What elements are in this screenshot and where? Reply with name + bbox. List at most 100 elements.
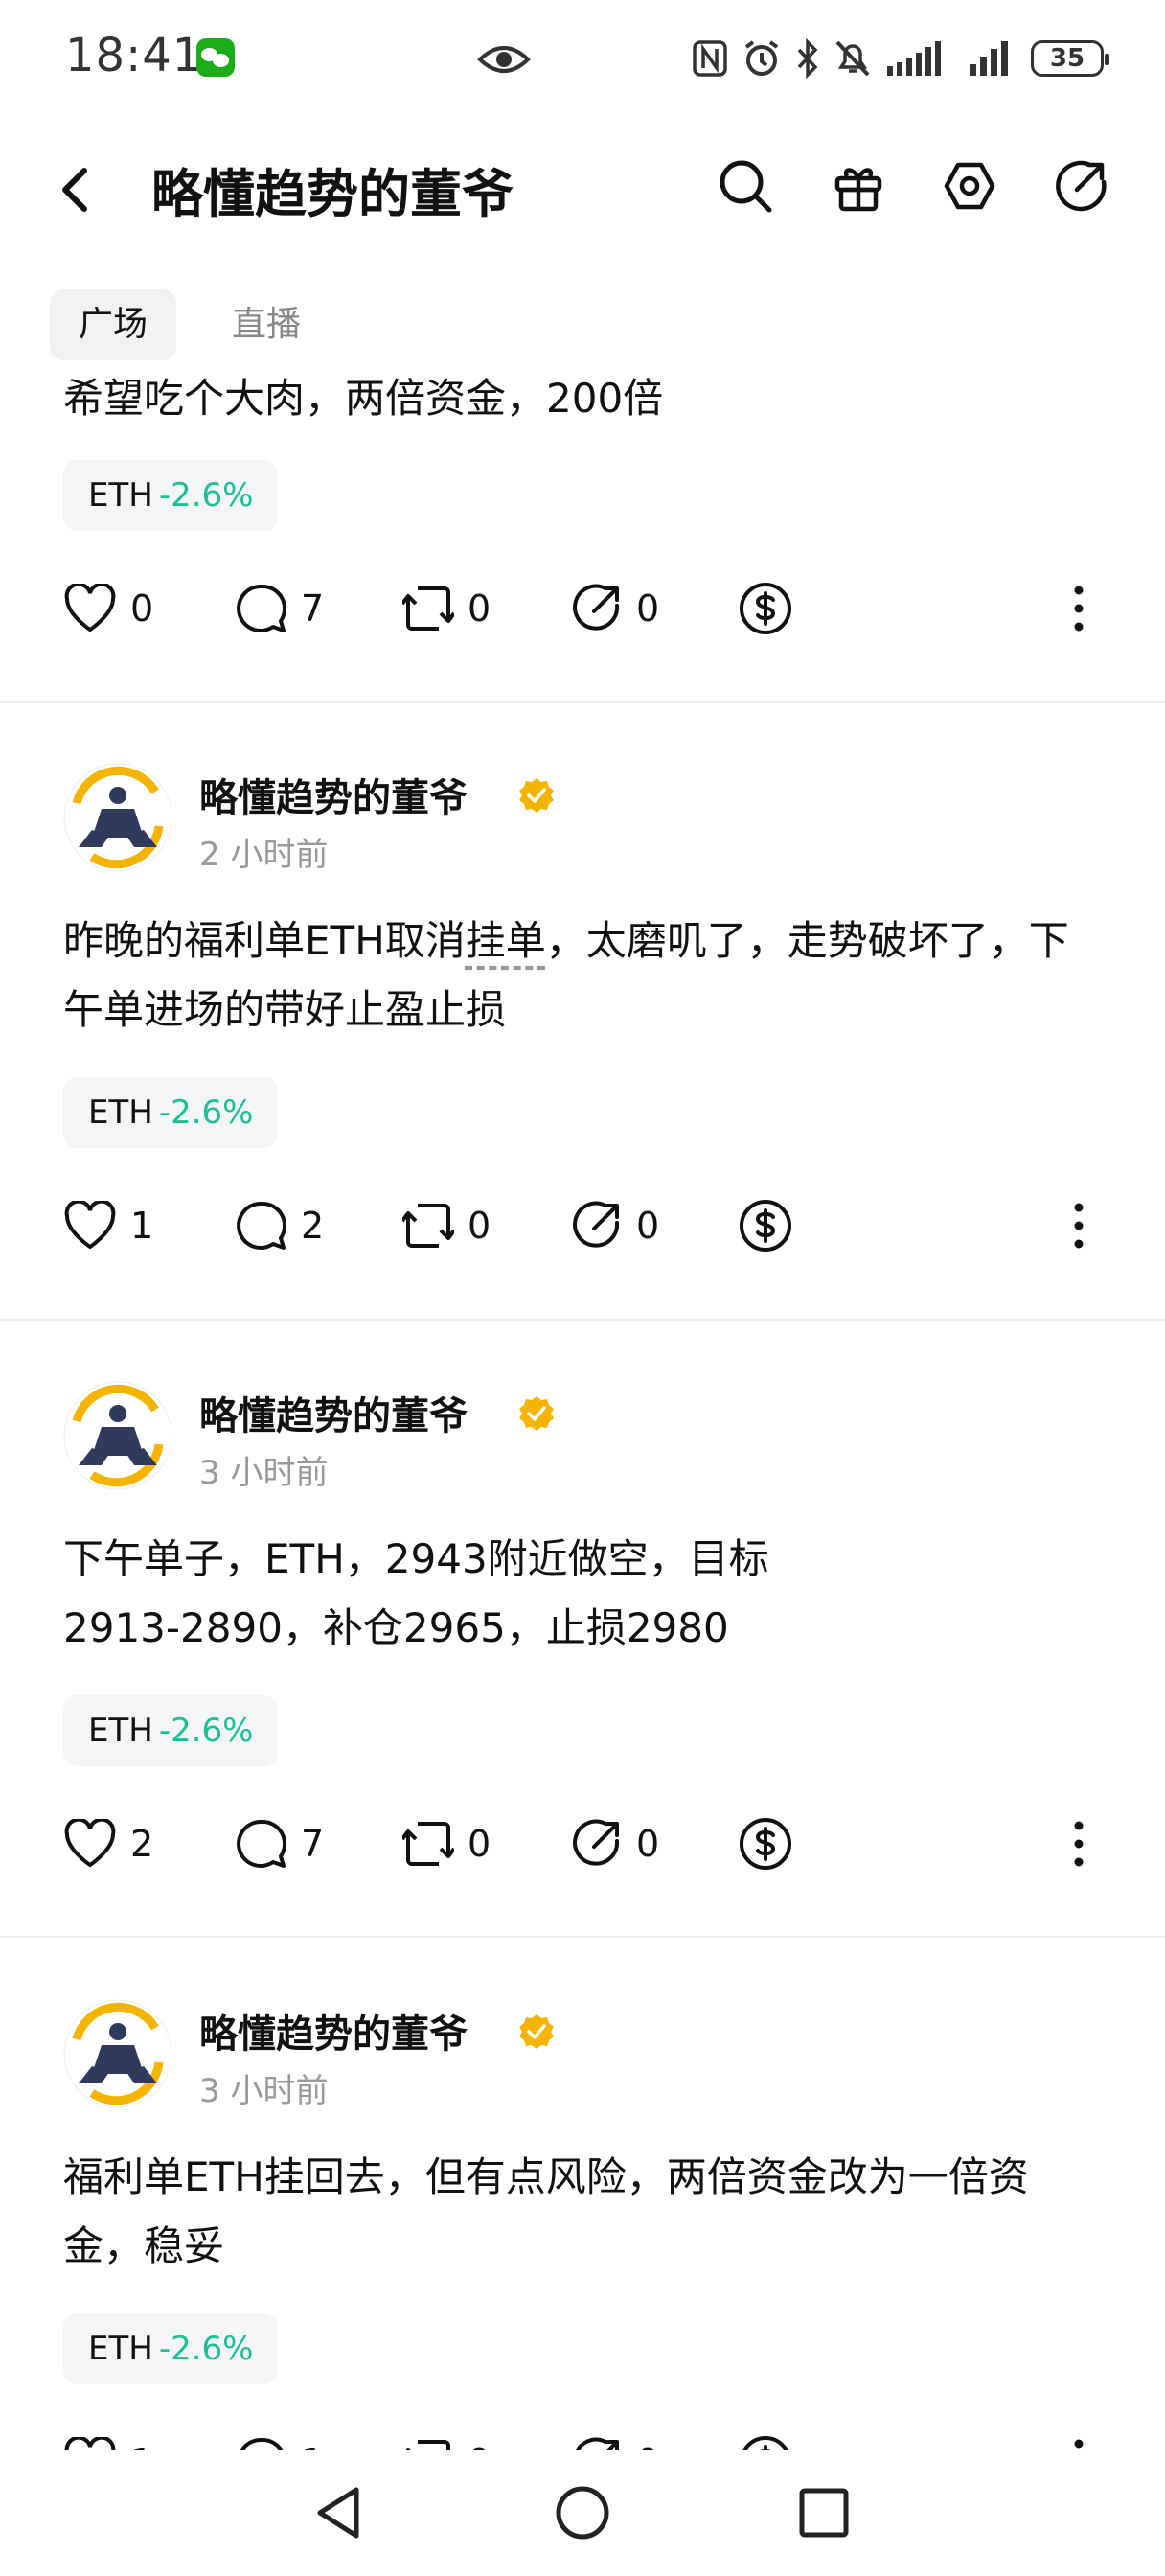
share-count: 0 <box>636 587 660 630</box>
nav-back-icon[interactable] <box>312 2484 366 2542</box>
dollar-icon <box>740 1200 791 1252</box>
post-actions: 1 2 0 0 <box>0 1192 1165 1259</box>
coin-tag[interactable]: ETH -2.6% <box>63 1077 279 1148</box>
comment-button[interactable]: 7 <box>236 1810 324 1877</box>
tip-button[interactable] <box>738 1810 793 1877</box>
comment-icon <box>237 1819 286 1868</box>
search-icon[interactable] <box>717 157 774 215</box>
share-post-button[interactable]: 0 <box>571 575 659 642</box>
coin-tag[interactable]: ETH -2.6% <box>63 1695 279 1766</box>
share-post-button[interactable]: 0 <box>571 2428 659 2450</box>
nav-recents-icon[interactable] <box>797 2486 851 2540</box>
signal-icon <box>887 41 941 76</box>
share-post-button[interactable]: 0 <box>571 1810 659 1877</box>
tip-button[interactable] <box>738 575 793 642</box>
post-text-line-2: 2913-2890，补仓2965，止损2980 <box>63 1604 729 1651</box>
dollar-icon <box>740 1818 791 1870</box>
tip-button[interactable] <box>738 2428 793 2450</box>
share-post-button[interactable]: 0 <box>571 1192 659 1259</box>
coin-symbol: ETH <box>88 476 153 515</box>
avatar-image <box>63 1381 172 1490</box>
divider <box>0 1319 1165 1321</box>
bluetooth-icon <box>797 38 818 79</box>
heart-icon <box>64 1201 116 1250</box>
heart-icon <box>64 2437 116 2450</box>
more-icon <box>1074 1821 1084 1867</box>
post-text-highlight[interactable]: 挂单 <box>466 917 546 964</box>
comment-icon <box>240 2437 284 2450</box>
repost-count: 0 <box>468 1205 491 1247</box>
divider <box>0 702 1165 703</box>
like-button[interactable]: 0 <box>63 575 153 642</box>
author-name[interactable]: 略懂趋势的董爷 <box>199 2003 468 2058</box>
signal-icon-2 <box>970 41 1008 76</box>
more-icon <box>1074 586 1084 632</box>
comment-icon <box>237 584 286 632</box>
app-header: 略懂趋势的董爷 <box>0 125 1165 249</box>
wechat-notification-icon <box>196 38 235 77</box>
comment-icon <box>237 1201 286 1250</box>
avatar[interactable] <box>63 763 172 872</box>
repost-icon <box>402 586 454 631</box>
repost-count: 0 <box>468 2441 491 2450</box>
like-button[interactable]: 1 <box>63 1192 153 1259</box>
post-text-line-1: 下午单子，ETH，2943附近做空，目标 <box>63 1535 769 1582</box>
verified-badge-icon <box>519 778 554 813</box>
back-icon[interactable] <box>56 163 94 217</box>
avatar[interactable] <box>63 1381 172 1490</box>
divider <box>0 1936 1165 1938</box>
gift-icon[interactable] <box>830 157 887 215</box>
comment-button[interactable]: 2 <box>236 1192 324 1259</box>
nfc-icon <box>693 40 727 77</box>
coin-tag[interactable]: ETH -2.6% <box>63 2313 279 2384</box>
post-text: 昨晚的福利单ETH取消挂单，太磨叽了，走势破坏了，下午单进场的带好止盈止损 <box>63 907 1104 1045</box>
coin-tag[interactable]: ETH -2.6% <box>63 460 279 531</box>
repost-button[interactable]: 0 <box>402 2428 491 2450</box>
post-text: 希望吃个大肉，两倍资金，200倍 <box>63 375 664 422</box>
more-button[interactable] <box>1069 2428 1088 2450</box>
post-actions: 0 7 0 0 <box>0 575 1165 642</box>
share-icon[interactable] <box>1052 157 1109 215</box>
comment-button[interactable]: 1 <box>236 2428 324 2450</box>
more-button[interactable] <box>1069 1192 1088 1259</box>
tab-live[interactable]: 直播 <box>203 289 330 360</box>
eye-icon <box>477 46 531 73</box>
heart-icon <box>64 1819 116 1868</box>
share-icon <box>576 2437 619 2450</box>
heart-icon <box>64 584 116 632</box>
verified-badge-icon <box>519 2014 554 2049</box>
coin-change: -2.6% <box>158 2330 254 2368</box>
nav-home-icon[interactable] <box>554 2484 611 2542</box>
comment-count: 7 <box>301 587 325 630</box>
coin-change: -2.6% <box>158 1712 254 1750</box>
tip-button[interactable] <box>738 1192 793 1259</box>
share-count: 0 <box>636 1823 660 1865</box>
system-nav-bar <box>0 2450 1165 2576</box>
share-icon <box>573 584 620 631</box>
post-text-a: 昨晚的福利单ETH取消 <box>63 917 466 964</box>
repost-button[interactable]: 0 <box>402 1810 491 1877</box>
more-button[interactable] <box>1069 575 1088 642</box>
repost-icon <box>402 1822 454 1866</box>
avatar[interactable] <box>63 1999 172 2108</box>
like-button[interactable]: 1 <box>63 2428 153 2450</box>
more-button[interactable] <box>1069 1810 1088 1877</box>
author-name[interactable]: 略懂趋势的董爷 <box>199 767 468 822</box>
settings-icon[interactable] <box>941 157 998 215</box>
more-icon <box>1074 1203 1084 1249</box>
tab-plaza[interactable]: 广场 <box>50 289 177 360</box>
coin-symbol: ETH <box>88 1712 153 1750</box>
like-button[interactable]: 2 <box>63 1810 153 1877</box>
like-count: 2 <box>130 1823 154 1865</box>
post-text: 福利单ETH挂回去，但有点风险，两倍资金改为一倍资金，稳妥 <box>63 2153 1029 2269</box>
repost-count: 0 <box>468 587 491 630</box>
battery-indicator: 35 <box>1031 40 1109 77</box>
comment-button[interactable]: 7 <box>236 575 324 642</box>
post-time: 2 小时前 <box>199 836 329 874</box>
author-name[interactable]: 略懂趋势的董爷 <box>199 1385 468 1440</box>
coin-change: -2.6% <box>158 476 254 515</box>
verified-badge-icon <box>519 1396 554 1431</box>
repost-button[interactable]: 0 <box>402 1192 491 1259</box>
mute-icon <box>835 40 870 77</box>
repost-button[interactable]: 0 <box>402 575 491 642</box>
